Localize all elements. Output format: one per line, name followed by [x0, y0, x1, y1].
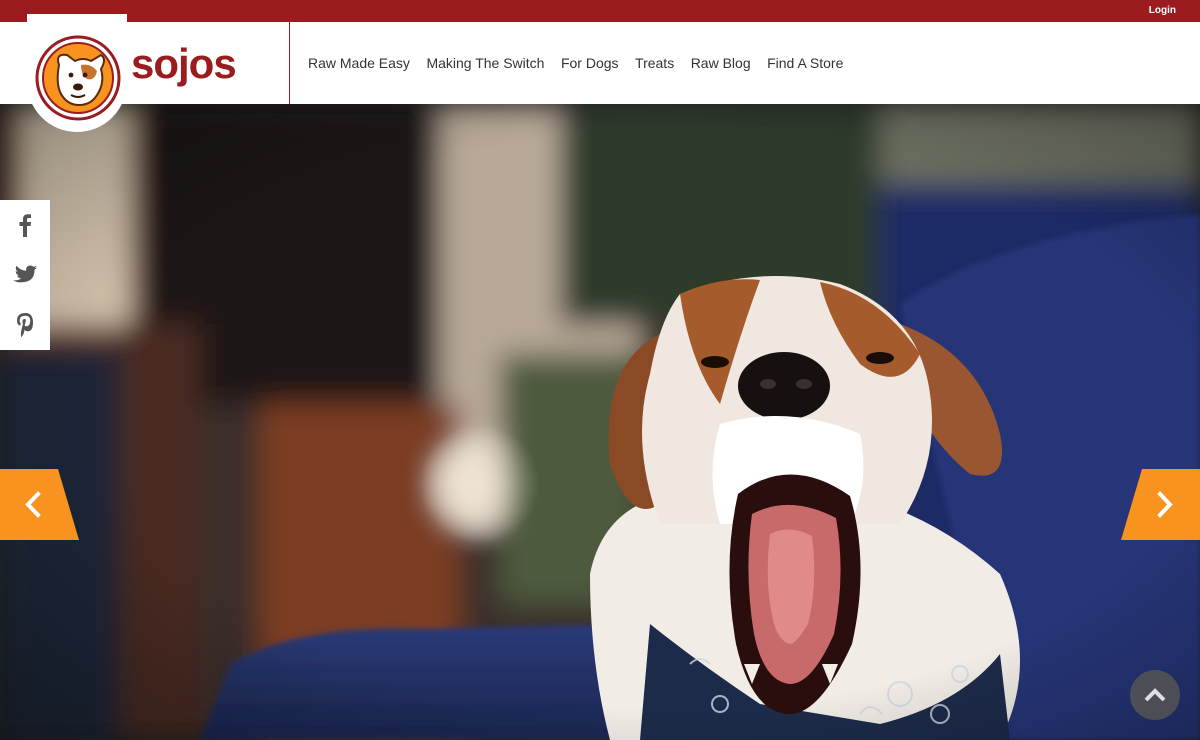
hero-slider-image [0, 104, 1200, 740]
chevron-right-icon [1121, 469, 1200, 540]
scroll-to-top-button[interactable] [1130, 670, 1180, 720]
pinterest-icon [17, 313, 33, 338]
yawning-dog-photo [0, 104, 1200, 740]
logo-dog-icon[interactable] [35, 35, 121, 121]
slider-prev-button[interactable] [0, 469, 80, 540]
nav-item-find-a-store[interactable]: Find A Store [767, 55, 843, 71]
chevron-left-icon [0, 469, 79, 540]
facebook-share-button[interactable] [0, 200, 50, 250]
nav-item-for-dogs[interactable]: For Dogs [561, 55, 619, 71]
site-header: sojos Raw Made Easy Making The Switch Fo… [0, 14, 1200, 132]
brand-wordmark[interactable]: sojos [131, 40, 237, 88]
logo-area: sojos [0, 14, 290, 132]
pinterest-share-button[interactable] [0, 300, 50, 350]
login-link[interactable]: Login [1149, 5, 1176, 16]
main-nav: Raw Made Easy Making The Switch For Dogs… [308, 22, 860, 104]
top-bar: Login [0, 0, 1200, 22]
nav-item-raw-blog[interactable]: Raw Blog [691, 55, 751, 71]
slider-next-button[interactable] [1120, 469, 1200, 540]
facebook-icon [19, 214, 31, 237]
chevron-up-icon [1144, 688, 1166, 702]
twitter-share-button[interactable] [0, 250, 50, 300]
nav-item-making-the-switch[interactable]: Making The Switch [426, 55, 544, 71]
twitter-icon [13, 265, 37, 283]
social-share-bar [0, 200, 50, 350]
nav-item-treats[interactable]: Treats [635, 55, 674, 71]
nav-item-raw-made-easy[interactable]: Raw Made Easy [308, 55, 410, 71]
